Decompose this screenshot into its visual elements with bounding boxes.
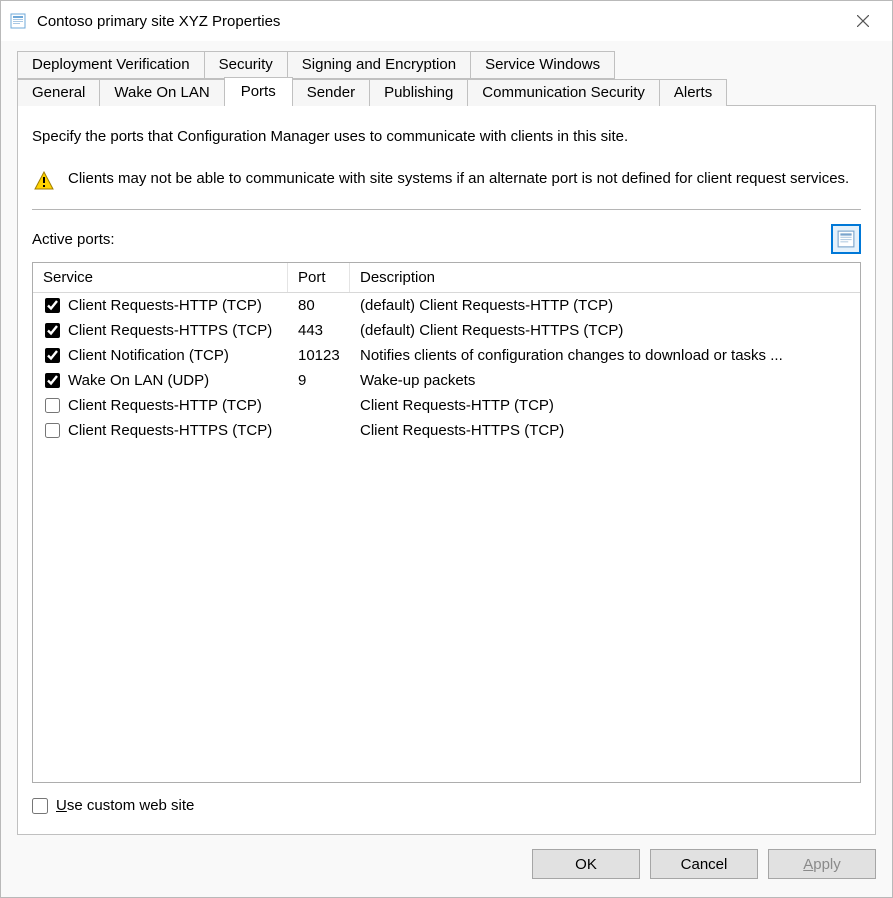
dialog-body: Deployment VerificationSecuritySigning a… (1, 41, 892, 835)
use-custom-website-input[interactable] (32, 798, 48, 814)
close-button[interactable] (840, 5, 886, 37)
properties-icon (837, 230, 855, 248)
divider (32, 209, 861, 210)
row-checkbox[interactable] (45, 373, 60, 388)
window-title: Contoso primary site XYZ Properties (37, 13, 840, 30)
cancel-button[interactable]: Cancel (650, 849, 758, 879)
row-service-label: Client Requests-HTTP (TCP) (68, 297, 262, 314)
row-service-label: Client Requests-HTTPS (TCP) (68, 422, 272, 439)
cell-service: Wake On LAN (UDP) (33, 370, 288, 391)
tab-communication-security[interactable]: Communication Security (467, 79, 660, 106)
row-service-label: Client Requests-HTTPS (TCP) (68, 322, 272, 339)
tabs-row-active: GeneralWake On LANPortsSenderPublishingC… (17, 79, 876, 106)
tab-sender[interactable]: Sender (292, 79, 370, 106)
row-checkbox[interactable] (45, 323, 60, 338)
table-row[interactable]: Client Requests-HTTPS (TCP) 443(default) … (33, 318, 860, 343)
row-checkbox[interactable] (45, 348, 60, 363)
table-row[interactable]: Wake On LAN (UDP) 9Wake-up packets (33, 368, 860, 393)
port-properties-button[interactable] (831, 224, 861, 254)
warning-text: Clients may not be able to communicate w… (68, 169, 849, 189)
apply-button[interactable]: Apply (768, 849, 876, 879)
tab-publishing[interactable]: Publishing (369, 79, 468, 106)
cell-port: 80 (288, 295, 350, 316)
cell-service: Client Requests-HTTPS (TCP) (33, 420, 288, 441)
row-checkbox[interactable] (45, 423, 60, 438)
warning-box: Clients may not be able to communicate w… (32, 167, 861, 209)
ports-listview[interactable]: Service Port Description Client Requests… (32, 262, 861, 783)
below-list: Use custom web site (32, 783, 861, 820)
tab-security[interactable]: Security (204, 51, 288, 79)
tab-wake-on-lan[interactable]: Wake On LAN (99, 79, 224, 106)
listview-header: Service Port Description (33, 263, 860, 293)
row-service-label: Client Requests-HTTP (TCP) (68, 397, 262, 414)
tab-page-ports: Specify the ports that Configuration Man… (17, 105, 876, 835)
cell-description: (default) Client Requests-HTTPS (TCP) (350, 320, 860, 341)
cell-port: 9 (288, 370, 350, 391)
properties-dialog: Contoso primary site XYZ Properties Depl… (0, 0, 893, 898)
column-header-description[interactable]: Description (350, 263, 860, 292)
tabs-row-top: Deployment VerificationSecuritySigning a… (17, 51, 876, 79)
active-ports-header: Active ports: (32, 224, 861, 254)
column-header-port[interactable]: Port (288, 263, 350, 292)
ok-button[interactable]: OK (532, 849, 640, 879)
titlebar: Contoso primary site XYZ Properties (1, 1, 892, 41)
tab-signing-and-encryption[interactable]: Signing and Encryption (287, 51, 471, 79)
warning-icon (34, 171, 54, 191)
app-icon (9, 12, 27, 30)
row-checkbox[interactable] (45, 298, 60, 313)
cell-port (288, 420, 350, 441)
use-custom-website-label: Use custom web site (56, 797, 194, 814)
table-row[interactable]: Client Requests-HTTP (TCP) Client Request… (33, 393, 860, 418)
cell-description: (default) Client Requests-HTTP (TCP) (350, 295, 860, 316)
cell-port (288, 395, 350, 416)
tab-general[interactable]: General (17, 79, 100, 106)
cell-description: Client Requests-HTTP (TCP) (350, 395, 860, 416)
use-custom-website-checkbox[interactable]: Use custom web site (32, 797, 861, 814)
row-checkbox[interactable] (45, 398, 60, 413)
cell-service: Client Notification (TCP) (33, 345, 288, 366)
cell-service: Client Requests-HTTPS (TCP) (33, 320, 288, 341)
dialog-buttons: OK Cancel Apply (1, 835, 892, 897)
tab-service-windows[interactable]: Service Windows (470, 51, 615, 79)
table-row[interactable]: Client Notification (TCP) 10123Notifies c… (33, 343, 860, 368)
row-service-label: Wake On LAN (UDP) (68, 372, 209, 389)
table-row[interactable]: Client Requests-HTTPS (TCP) Client Reques… (33, 418, 860, 443)
close-icon (857, 15, 869, 27)
tab-control: Deployment VerificationSecuritySigning a… (17, 51, 876, 835)
active-ports-label: Active ports: (32, 231, 115, 248)
cell-description: Client Requests-HTTPS (TCP) (350, 420, 860, 441)
listview-body: Client Requests-HTTP (TCP) 80(default) Cl… (33, 293, 860, 443)
cell-description: Notifies clients of configuration change… (350, 345, 860, 366)
cell-description: Wake-up packets (350, 370, 860, 391)
tab-ports[interactable]: Ports (224, 77, 293, 106)
table-row[interactable]: Client Requests-HTTP (TCP) 80(default) Cl… (33, 293, 860, 318)
column-header-service[interactable]: Service (33, 263, 288, 292)
cell-port: 443 (288, 320, 350, 341)
tab-alerts[interactable]: Alerts (659, 79, 727, 106)
cell-port: 10123 (288, 345, 350, 366)
row-service-label: Client Notification (TCP) (68, 347, 229, 364)
tab-deployment-verification[interactable]: Deployment Verification (17, 51, 205, 79)
cell-service: Client Requests-HTTP (TCP) (33, 395, 288, 416)
cell-service: Client Requests-HTTP (TCP) (33, 295, 288, 316)
instruction-text: Specify the ports that Configuration Man… (32, 128, 861, 145)
